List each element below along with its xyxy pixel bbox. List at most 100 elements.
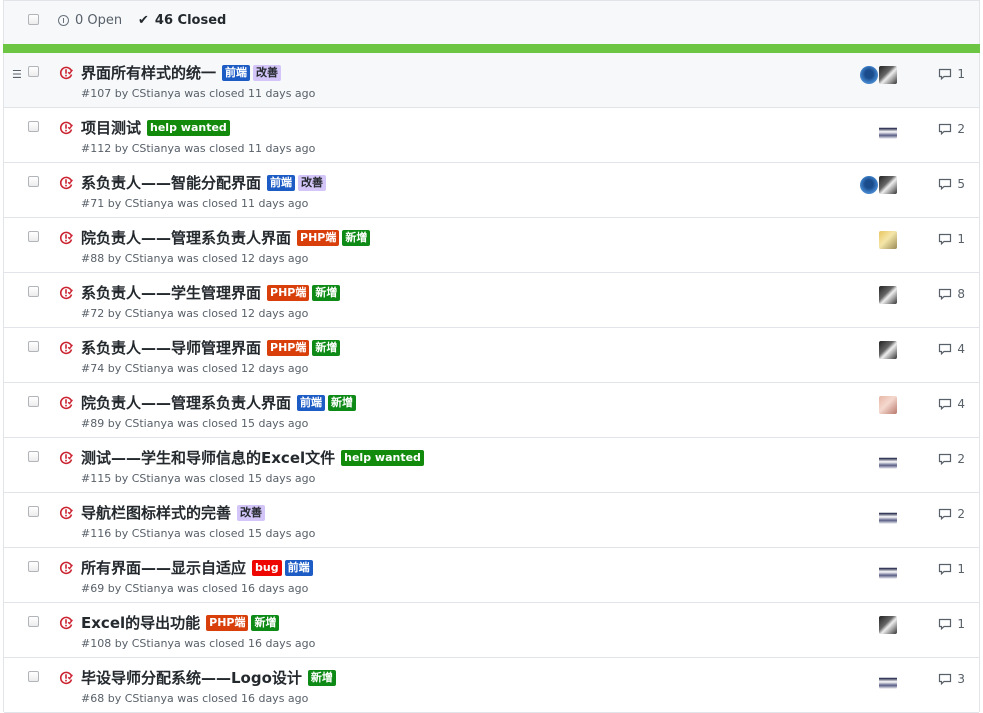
- avatar[interactable]: [879, 231, 897, 249]
- issue-checkbox[interactable]: [28, 176, 39, 187]
- comments-link[interactable]: 3: [938, 672, 965, 686]
- issue-closed-icon: [59, 616, 73, 630]
- issue-label[interactable]: 新增: [312, 339, 341, 356]
- issue-label[interactable]: 新增: [251, 614, 280, 631]
- avatar[interactable]: [860, 66, 878, 84]
- comments-link[interactable]: 2: [938, 507, 965, 521]
- issue-title[interactable]: 系负责人——智能分配界面: [81, 172, 261, 193]
- comment-icon: [939, 453, 952, 465]
- issue-label[interactable]: 新增: [342, 229, 371, 246]
- issue-label[interactable]: PHP端: [267, 284, 310, 301]
- issue-checkbox[interactable]: [28, 671, 39, 682]
- issue-row[interactable]: 毕设导师分配系统——Logo设计 新增 #68 by CStianya was cl…: [4, 658, 979, 713]
- issue-checkbox[interactable]: [28, 66, 39, 77]
- issue-title[interactable]: 项目测试: [81, 117, 141, 138]
- issue-checkbox[interactable]: [28, 121, 39, 132]
- avatar[interactable]: [879, 121, 897, 139]
- issue-row[interactable]: 系负责人——导师管理界面 PHP端 新增 #74 by CStianya was cl…: [4, 328, 979, 383]
- avatar[interactable]: [879, 616, 897, 634]
- issue-title[interactable]: 测试——学生和导师信息的Excel文件: [81, 447, 335, 468]
- issue-row[interactable]: 系负责人——智能分配界面 前端 改善 #71 by CStianya was clos…: [4, 163, 979, 218]
- issue-closed-icon: [59, 561, 73, 575]
- issue-label[interactable]: 新增: [312, 284, 341, 301]
- issue-checkbox[interactable]: [28, 396, 39, 407]
- drag-handle-icon[interactable]: ☰: [12, 68, 22, 81]
- avatar[interactable]: [879, 561, 897, 579]
- issue-label[interactable]: 前端: [267, 174, 296, 191]
- issue-label[interactable]: help wanted: [147, 119, 230, 136]
- issue-label[interactable]: 改善: [253, 64, 282, 81]
- comments-link[interactable]: 8: [938, 287, 965, 301]
- comments-link[interactable]: 1: [938, 562, 965, 576]
- issue-label[interactable]: 改善: [237, 504, 266, 521]
- issue-label[interactable]: bug: [252, 559, 282, 576]
- avatar[interactable]: [879, 506, 897, 524]
- comments-link[interactable]: 1: [938, 232, 965, 246]
- avatar[interactable]: [879, 66, 897, 84]
- issue-row[interactable]: 所有界面——显示自适应 bug 前端 #69 by CStianya was clos…: [4, 548, 979, 603]
- avatar[interactable]: [879, 451, 897, 469]
- issue-title[interactable]: 导航栏图标样式的完善: [81, 502, 231, 523]
- issue-row[interactable]: 测试——学生和导师信息的Excel文件 help wanted #115 by CS…: [4, 438, 979, 493]
- comments-link[interactable]: 1: [938, 67, 965, 81]
- avatar[interactable]: [879, 341, 897, 359]
- comment-count: 2: [957, 507, 965, 521]
- comment-count: 1: [957, 232, 965, 246]
- avatar[interactable]: [860, 176, 878, 194]
- assignees: [878, 121, 897, 139]
- open-filter[interactable]: 0 Open: [58, 13, 122, 28]
- issue-checkbox[interactable]: [28, 561, 39, 572]
- issue-row[interactable]: Excel的导出功能 PHP端 新增 #108 by CStianya was clo…: [4, 603, 979, 658]
- comments-link[interactable]: 2: [938, 122, 965, 136]
- issue-row[interactable]: 系负责人——学生管理界面 PHP端 新增 #72 by CStianya was cl…: [4, 273, 979, 328]
- issue-checkbox[interactable]: [28, 451, 39, 462]
- comments-link[interactable]: 4: [938, 397, 965, 411]
- avatar[interactable]: [879, 176, 897, 194]
- issue-row[interactable]: ☰ 界面所有样式的统一 前端 改善 #107 by CStianya was close…: [4, 53, 979, 108]
- issue-checkbox[interactable]: [28, 341, 39, 352]
- closed-filter[interactable]: ✔ 46 Closed: [138, 13, 226, 28]
- issue-meta: #72 by CStianya was closed 12 days ago: [81, 307, 309, 320]
- issue-row[interactable]: 院负责人——管理系负责人界面 PHP端 新增 #88 by CStianya was …: [4, 218, 979, 273]
- issue-checkbox[interactable]: [28, 231, 39, 242]
- issue-title[interactable]: Excel的导出功能: [81, 612, 200, 633]
- issue-row[interactable]: 院负责人——管理系负责人界面 前端 新增 #89 by CStianya was cl…: [4, 383, 979, 438]
- issue-checkbox[interactable]: [28, 506, 39, 517]
- issue-title[interactable]: 毕设导师分配系统——Logo设计: [81, 667, 302, 688]
- issue-checkbox[interactable]: [28, 286, 39, 297]
- issue-label[interactable]: 新增: [328, 394, 357, 411]
- issue-title[interactable]: 系负责人——学生管理界面: [81, 282, 261, 303]
- comment-count: 3: [957, 672, 965, 686]
- avatar[interactable]: [879, 286, 897, 304]
- comments-link[interactable]: 5: [938, 177, 965, 191]
- comment-icon: [939, 123, 952, 135]
- issue-label[interactable]: PHP端: [206, 614, 249, 631]
- issue-opened-icon: [58, 15, 69, 26]
- comments-link[interactable]: 2: [938, 452, 965, 466]
- avatar[interactable]: [879, 396, 897, 414]
- issue-label[interactable]: 改善: [298, 174, 327, 191]
- issue-label[interactable]: PHP端: [267, 339, 310, 356]
- issue-label[interactable]: PHP端: [297, 229, 340, 246]
- comment-count: 4: [957, 397, 965, 411]
- assignees: [878, 396, 897, 414]
- issue-label[interactable]: 前端: [222, 64, 251, 81]
- select-all-checkbox[interactable]: [28, 14, 39, 25]
- issue-title[interactable]: 院负责人——管理系负责人界面: [81, 392, 291, 413]
- issue-row[interactable]: 项目测试 help wanted #112 by CStianya was clos…: [4, 108, 979, 163]
- issue-title[interactable]: 系负责人——导师管理界面: [81, 337, 261, 358]
- comments-link[interactable]: 4: [938, 342, 965, 356]
- progress-bar: [3, 44, 980, 53]
- issue-label[interactable]: 前端: [297, 394, 326, 411]
- issue-label[interactable]: 新增: [307, 669, 336, 686]
- comments-link[interactable]: 1: [938, 617, 965, 631]
- issue-title[interactable]: 所有界面——显示自适应: [81, 557, 246, 578]
- issue-title[interactable]: 界面所有样式的统一: [81, 62, 216, 83]
- issue-title[interactable]: 院负责人——管理系负责人界面: [81, 227, 291, 248]
- issue-row[interactable]: 导航栏图标样式的完善 改善 #116 by CStianya was closed …: [4, 493, 979, 548]
- issue-label[interactable]: help wanted: [341, 449, 424, 466]
- issue-label[interactable]: 前端: [284, 559, 313, 576]
- comment-count: 4: [957, 342, 965, 356]
- issue-checkbox[interactable]: [28, 616, 39, 627]
- avatar[interactable]: [879, 671, 897, 689]
